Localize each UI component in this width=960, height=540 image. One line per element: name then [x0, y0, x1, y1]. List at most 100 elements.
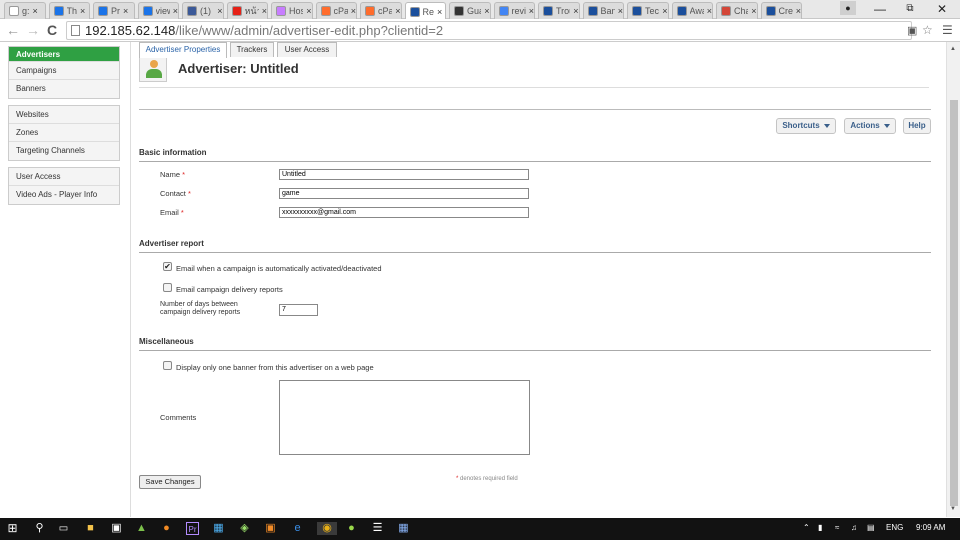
- scroll-up-arrow-icon[interactable]: ▲: [950, 46, 956, 52]
- browser-tab[interactable]: (1) Fa×: [182, 2, 224, 19]
- tab-favicon-icon: [409, 6, 420, 17]
- menu-icon[interactable]: ☰: [942, 22, 953, 38]
- shortcuts-button[interactable]: Shortcuts: [776, 118, 836, 134]
- sidebar-item-banners[interactable]: Banners: [9, 80, 119, 98]
- minimize-button[interactable]: —: [868, 0, 892, 18]
- sidebar-item-zones[interactable]: Zones: [9, 124, 119, 142]
- close-tab-icon[interactable]: ×: [662, 6, 667, 16]
- sidebar-item-video-ads[interactable]: Video Ads - Player Info: [9, 186, 119, 204]
- browser-tab[interactable]: Th ×: [48, 2, 90, 19]
- firefox-icon[interactable]: ●: [160, 522, 173, 535]
- one-banner-checkbox[interactable]: [163, 361, 172, 370]
- close-tab-icon[interactable]: ×: [262, 6, 267, 16]
- browser-tab[interactable]: Awa×: [671, 2, 713, 19]
- close-tab-icon[interactable]: ×: [573, 6, 578, 16]
- close-tab-icon[interactable]: ×: [529, 6, 534, 16]
- email-input[interactable]: xxxxxxxxxx@gmail.com: [279, 207, 529, 218]
- browser-tab[interactable]: cPan×: [360, 2, 402, 19]
- close-tab-icon[interactable]: ×: [796, 6, 801, 16]
- scrollbar-thumb[interactable]: [950, 100, 958, 506]
- wifi-icon[interactable]: ≈: [835, 523, 839, 532]
- close-tab-icon[interactable]: ×: [80, 6, 85, 16]
- close-tab-icon[interactable]: ×: [751, 6, 756, 16]
- vertical-scrollbar[interactable]: ▲ ▼: [946, 42, 960, 517]
- name-input[interactable]: Untitled: [279, 169, 529, 180]
- days-between-input[interactable]: 7: [279, 304, 318, 316]
- comments-textarea[interactable]: [279, 380, 530, 455]
- close-tab-icon[interactable]: ×: [707, 6, 712, 16]
- browser-tab[interactable]: Trou×: [538, 2, 580, 19]
- bookmark-star-icon[interactable]: ☆: [922, 22, 933, 38]
- save-changes-button[interactable]: Save Changes: [139, 475, 201, 489]
- sidebar-item-campaigns[interactable]: Campaigns: [9, 62, 119, 80]
- activation-email-checkbox[interactable]: ✔: [163, 262, 172, 271]
- help-button[interactable]: Help: [903, 118, 931, 134]
- delivery-reports-checkbox[interactable]: [163, 283, 172, 292]
- browser-tab[interactable]: view×: [137, 2, 179, 19]
- reload-icon[interactable]: C: [47, 22, 57, 38]
- close-tab-icon[interactable]: ×: [33, 6, 38, 16]
- search-icon[interactable]: ⚲: [33, 522, 46, 535]
- store-icon[interactable]: ▣: [110, 522, 123, 535]
- edge-icon[interactable]: e: [291, 522, 304, 535]
- volume-icon[interactable]: ♫: [851, 523, 857, 532]
- tray-expand-icon[interactable]: ⌃: [803, 523, 810, 532]
- close-tab-icon[interactable]: ×: [437, 7, 442, 17]
- close-tab-icon[interactable]: ×: [217, 6, 222, 16]
- browser-tab[interactable]: Re ×: [404, 2, 446, 20]
- browser-tab[interactable]: Host×: [271, 2, 313, 19]
- url-input[interactable]: 192.185.62.148/like/www/admin/advertiser…: [66, 21, 912, 40]
- close-tab-icon[interactable]: ×: [306, 6, 311, 16]
- translate-icon[interactable]: ▣: [907, 23, 917, 39]
- notifications-icon[interactable]: ▤: [867, 523, 875, 532]
- tab-favicon-icon: [676, 6, 687, 16]
- media-app-icon[interactable]: ☰: [371, 522, 384, 535]
- browser-tab[interactable]: Crea×: [760, 2, 802, 19]
- scroll-down-arrow-icon[interactable]: ▼: [950, 506, 956, 512]
- contact-input[interactable]: game: [279, 188, 529, 199]
- chat-app-icon[interactable]: ●: [345, 522, 358, 535]
- browser-tab[interactable]: revie×: [493, 2, 535, 19]
- browser-tab[interactable]: Tech×: [627, 2, 669, 19]
- tab-advertiser-properties[interactable]: Advertiser Properties: [139, 42, 227, 58]
- forward-arrow-icon[interactable]: →: [26, 22, 40, 38]
- browser-tab[interactable]: หน้าแ×: [226, 2, 268, 19]
- close-tab-icon[interactable]: ×: [395, 6, 400, 16]
- sidebar-item-user-access[interactable]: User Access: [9, 168, 119, 186]
- chrome-icon[interactable]: ◉: [317, 522, 337, 535]
- premiere-icon[interactable]: Pr: [186, 522, 199, 535]
- language-indicator[interactable]: ENG: [886, 523, 903, 532]
- browser-tab[interactable]: g: ×: [4, 2, 46, 19]
- actions-button[interactable]: Actions: [844, 118, 896, 134]
- sidebar-item-targeting-channels[interactable]: Targeting Channels: [9, 142, 119, 160]
- task-view-icon[interactable]: ▭: [57, 522, 70, 535]
- sidebar-item-advertisers[interactable]: Advertisers: [9, 47, 119, 62]
- clock[interactable]: 9:09 AM: [916, 523, 945, 532]
- notes-app-icon[interactable]: ▦: [397, 522, 410, 535]
- chevron-down-icon: [883, 123, 890, 128]
- browser-tab[interactable]: Bann×: [582, 2, 624, 19]
- tool-app-icon[interactable]: ◈: [238, 522, 251, 535]
- game-app-icon[interactable]: ▲: [135, 522, 148, 535]
- close-tab-icon[interactable]: ×: [351, 6, 356, 16]
- tab-user-access[interactable]: User Access: [277, 42, 337, 57]
- browser-tab[interactable]: cPan×: [315, 2, 357, 19]
- network-app-icon[interactable]: ▦: [212, 522, 225, 535]
- back-arrow-icon[interactable]: ←: [6, 22, 20, 38]
- battery-icon[interactable]: ▮: [818, 523, 822, 532]
- close-tab-icon[interactable]: ×: [618, 6, 623, 16]
- file-explorer-icon[interactable]: ■: [84, 522, 97, 535]
- restore-button[interactable]: ⧉: [898, 0, 922, 18]
- close-tab-icon[interactable]: ×: [173, 6, 178, 16]
- browser-tab[interactable]: Char×: [716, 2, 758, 19]
- browser-tab[interactable]: Pr ×: [93, 2, 135, 19]
- close-tab-icon[interactable]: ×: [484, 6, 489, 16]
- tab-trackers[interactable]: Trackers: [230, 42, 274, 57]
- close-window-button[interactable]: ✕: [930, 0, 954, 18]
- profile-icon[interactable]: ●: [840, 1, 856, 15]
- sidebar-item-websites[interactable]: Websites: [9, 106, 119, 124]
- image-app-icon[interactable]: ▣: [264, 522, 277, 535]
- close-tab-icon[interactable]: ×: [123, 6, 128, 16]
- browser-tab[interactable]: Guar×: [449, 2, 491, 19]
- windows-start-icon[interactable]: ⊞: [6, 522, 19, 535]
